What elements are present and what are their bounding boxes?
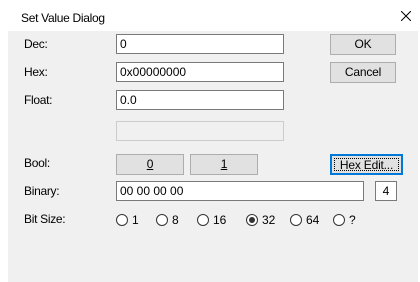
bool-true-button[interactable]: 1 bbox=[190, 154, 258, 175]
bit-size-radio-16[interactable]: 16 bbox=[197, 213, 226, 227]
bit-size-radio-32[interactable]: 32 bbox=[246, 213, 275, 227]
bit-size-option-label: 1 bbox=[132, 213, 139, 227]
bit-size-radio-1[interactable]: 1 bbox=[116, 213, 139, 227]
cancel-button[interactable]: Cancel bbox=[330, 62, 396, 83]
set-value-dialog: Set Value Dialog Dec: Hex: Float: Bool: … bbox=[0, 0, 420, 282]
bit-size-label: Bit Size: bbox=[24, 212, 66, 226]
byte-count-input[interactable]: 4 bbox=[375, 181, 397, 201]
close-icon bbox=[401, 11, 411, 21]
radio-circle-checked bbox=[246, 214, 258, 226]
radio-circle bbox=[290, 214, 302, 226]
dialog-title: Set Value Dialog bbox=[21, 11, 105, 25]
bool-false-button[interactable]: 0 bbox=[116, 154, 184, 175]
hex-edit-label: Hex Edit... bbox=[339, 158, 394, 172]
float-label: Float: bbox=[24, 93, 53, 107]
radio-circle bbox=[156, 214, 168, 226]
radio-circle bbox=[333, 214, 345, 226]
close-button[interactable] bbox=[392, 0, 420, 31]
bit-size-option-label: 16 bbox=[213, 213, 227, 227]
float-input[interactable]: 0.0 bbox=[116, 90, 284, 110]
hex-label: Hex: bbox=[24, 65, 48, 79]
bit-size-radio-8[interactable]: 8 bbox=[156, 213, 179, 227]
hex-edit-button[interactable]: Hex Edit... bbox=[330, 154, 403, 175]
dec-input[interactable]: 0 bbox=[116, 34, 284, 54]
bool-true-label: 1 bbox=[220, 157, 228, 171]
binary-input[interactable]: 00 00 00 00 bbox=[116, 181, 364, 201]
bool-false-label: 0 bbox=[146, 157, 154, 171]
bit-size-option-label: 8 bbox=[172, 213, 179, 227]
ok-button-label: OK bbox=[354, 37, 372, 51]
dec-label: Dec: bbox=[24, 37, 48, 51]
binary-label: Binary: bbox=[24, 184, 60, 198]
bit-size-option-label: 32 bbox=[262, 213, 276, 227]
bit-size-radio-64[interactable]: 64 bbox=[290, 213, 319, 227]
focus-rect: Hex Edit... bbox=[334, 158, 399, 172]
hex-input[interactable]: 0x00000000 bbox=[116, 62, 284, 82]
radio-circle bbox=[116, 214, 128, 226]
disabled-input bbox=[116, 121, 284, 141]
title-bar: Set Value Dialog bbox=[0, 0, 420, 31]
bit-size-option-label: 64 bbox=[306, 213, 320, 227]
ok-button[interactable]: OK bbox=[330, 34, 396, 55]
bit-size-radio-auto[interactable]: ? bbox=[333, 213, 356, 227]
radio-circle bbox=[197, 214, 209, 226]
dialog-body: Dec: Hex: Float: Bool: Binary: Bit Size:… bbox=[8, 31, 418, 282]
cancel-button-label: Cancel bbox=[344, 65, 382, 79]
bit-size-option-label: ? bbox=[349, 213, 356, 227]
bool-label: Bool: bbox=[24, 156, 50, 170]
